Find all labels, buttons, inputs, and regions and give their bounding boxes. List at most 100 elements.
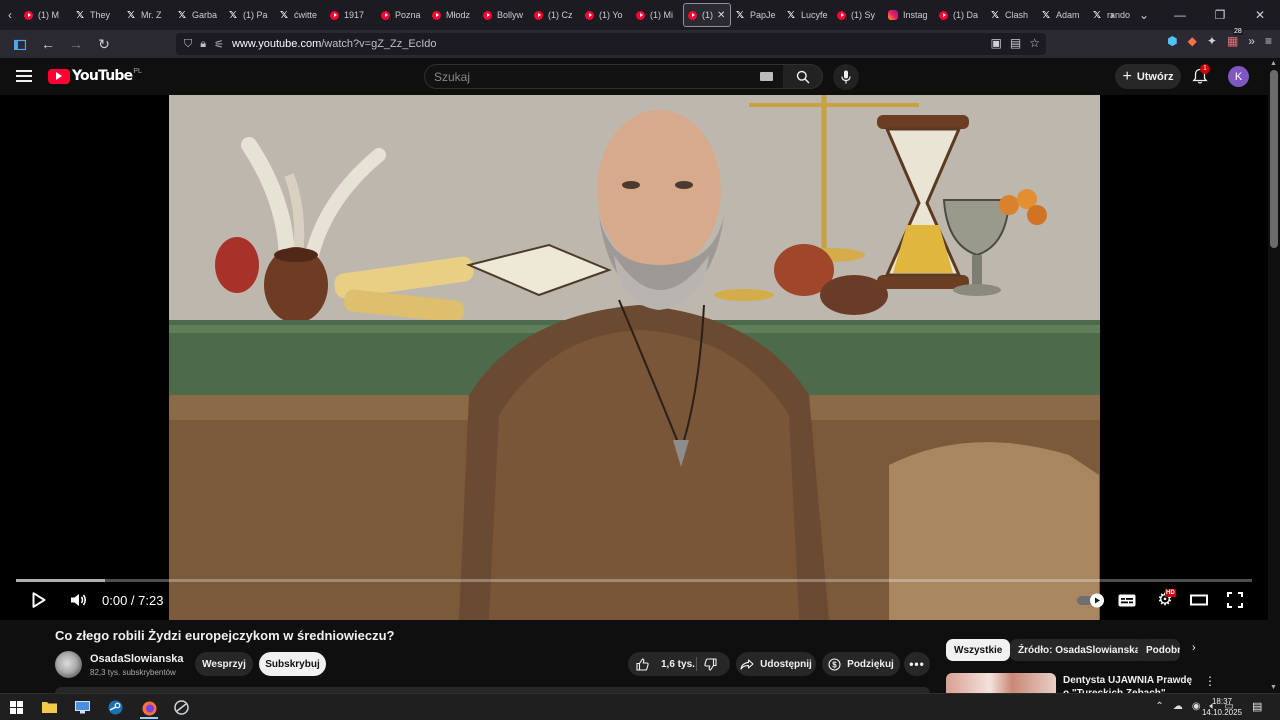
volume-button[interactable] <box>68 589 90 611</box>
browser-tab[interactable]: (1) M <box>20 3 71 27</box>
close-tab-icon[interactable]: ✕ <box>717 10 725 21</box>
browser-tab[interactable]: (1) Da <box>935 3 986 27</box>
video-frame-image[interactable] <box>169 95 1100 620</box>
play-button[interactable] <box>28 589 50 611</box>
app-menu-icon[interactable]: ≡ <box>1265 34 1272 48</box>
tab-label: PapJe <box>750 10 776 20</box>
reload-button[interactable]: ↻ <box>92 32 116 56</box>
account-avatar[interactable]: K <box>1228 66 1249 87</box>
settings-button[interactable]: ⚙ HD <box>1152 589 1178 611</box>
bookmark-star-icon[interactable]: ☆ <box>1029 36 1040 50</box>
x-logo-icon: 𝕏 <box>990 9 1000 21</box>
theater-mode-button[interactable] <box>1188 589 1210 611</box>
chip-from-channel[interactable]: Źródło: OsadaSlowianska <box>1010 639 1149 661</box>
list-all-tabs-button[interactable]: ⌄ <box>1128 8 1160 22</box>
fox-extension-icon[interactable]: ◆ <box>1188 34 1197 48</box>
windows-taskbar: ⌃ ☁ ◉ 🔈︎ ▭ 18:37 14.10.2025 ▤ <box>0 693 1280 720</box>
create-button[interactable]: + Utwórz <box>1115 64 1181 89</box>
fullscreen-button[interactable] <box>1224 589 1246 611</box>
youtube-logo[interactable]: YouTube PL <box>48 68 142 84</box>
windows-start-icon[interactable] <box>8 699 24 715</box>
chip-all[interactable]: Wszystkie <box>946 639 1011 661</box>
thanks-button[interactable]: $ Podziękuj <box>822 652 900 676</box>
browser-tab[interactable]: (1) Sy <box>833 3 884 27</box>
chip-related[interactable]: Podobne <box>1138 639 1180 661</box>
notifications-button[interactable]: 1 <box>1192 64 1210 86</box>
browser-tab[interactable]: Instag <box>884 3 935 27</box>
scroll-down-arrow-icon[interactable]: ▼ <box>1270 684 1277 691</box>
back-button[interactable]: ← <box>36 32 60 56</box>
cloud-icon[interactable]: ☁ <box>1173 701 1183 712</box>
browser-tab[interactable]: 𝕏 Mr. Z <box>122 3 173 27</box>
monitor-app-icon[interactable] <box>74 699 90 715</box>
steam-icon[interactable] <box>107 699 123 715</box>
browser-tab[interactable]: 𝕏 Adam <box>1037 3 1088 27</box>
video-player[interactable]: 0:00 / 7:23 ⚙ HD <box>0 95 1268 620</box>
app-icon[interactable] <box>173 699 189 715</box>
file-explorer-icon[interactable] <box>41 699 57 715</box>
taskbar-clock[interactable]: 18:37 14.10.2025 <box>1200 696 1244 718</box>
recommendation-menu-icon[interactable]: ⋮ <box>1204 674 1216 688</box>
more-actions-button[interactable]: ••• <box>904 652 930 676</box>
youtube-favicon-icon <box>381 10 390 20</box>
like-button[interactable]: 1,6 tys. <box>636 657 695 671</box>
share-button[interactable]: Udostępnij <box>736 652 816 676</box>
browser-tab[interactable]: 𝕏 PapJe <box>731 3 782 27</box>
url-bar[interactable]: ⛉ 🔒︎ ⚟ www.youtube.com/watch?v=gZ_Zz_EcI… <box>176 33 1046 55</box>
lock-icon[interactable]: 🔒︎ <box>200 38 206 51</box>
browser-tab[interactable]: 𝕏 (1) Pa <box>224 3 275 27</box>
browser-tab[interactable]: Bollyw <box>479 3 530 27</box>
extensions-puzzle-icon[interactable]: ✦ <box>1207 34 1217 48</box>
forward-button[interactable]: → <box>64 32 88 56</box>
scroll-up-arrow-icon[interactable]: ▲ <box>1270 60 1277 67</box>
browser-tab[interactable]: (1) Yo <box>581 3 632 27</box>
autoplay-toggle[interactable] <box>1076 589 1106 611</box>
channel-avatar[interactable] <box>55 651 82 678</box>
notification-center-icon[interactable]: ▤ <box>1252 700 1262 713</box>
browser-tab[interactable]: 𝕏 Clash <box>986 3 1037 27</box>
browser-tab[interactable]: 𝕏 They <box>71 3 122 27</box>
player-controls: 0:00 / 7:23 ⚙ HD <box>0 585 1268 615</box>
dislike-button[interactable] <box>704 658 717 674</box>
tab-scroll-right-button[interactable]: › <box>1096 8 1128 22</box>
browser-tab[interactable]: Młodz <box>428 3 479 27</box>
guide-menu-icon[interactable] <box>16 70 32 82</box>
voice-search-button[interactable] <box>833 64 859 90</box>
progress-bar[interactable] <box>16 579 1252 582</box>
subscribe-button[interactable]: Subskrybuj <box>259 652 326 676</box>
browser-tab[interactable]: 𝕏ćwitte <box>275 3 326 27</box>
browser-tab[interactable]: (1) Cz <box>530 3 581 27</box>
join-button[interactable]: Wesprzyj <box>195 652 253 676</box>
browser-tab[interactable]: 𝕏 Lucyfe <box>782 3 833 27</box>
search-input[interactable]: Szukaj <box>424 64 784 89</box>
minimize-button[interactable]: — <box>1160 8 1200 22</box>
extension-badge-icon[interactable]: ▦ 28 <box>1227 28 1243 48</box>
tab-scroll-left-button[interactable]: ‹ <box>0 0 20 30</box>
channel-name[interactable]: OsadaSlowianska <box>90 653 184 665</box>
overflow-menu-icon[interactable]: » <box>1248 34 1255 48</box>
recommendation-title[interactable]: Dentysta UJAWNIA Prawdę o "Tureckich Zęb… <box>1063 674 1193 693</box>
browser-tab[interactable]: (1) ✕ <box>683 3 731 27</box>
browser-tab[interactable]: 1917 <box>326 3 377 27</box>
keyboard-icon[interactable] <box>760 72 773 81</box>
browser-tab[interactable]: Pozna <box>377 3 428 27</box>
shield-icon[interactable]: ⛉ <box>184 38 192 51</box>
sidebar-toggle-icon[interactable] <box>8 32 32 56</box>
subtitles-button[interactable] <box>1116 589 1138 611</box>
tray-chevron-icon[interactable]: ⌃ <box>1155 701 1163 712</box>
reader-view-icon[interactable]: ▤ <box>1010 36 1021 50</box>
permissions-icon[interactable]: ⚟ <box>214 38 224 51</box>
close-window-button[interactable]: ✕ <box>1240 8 1280 22</box>
picture-in-picture-icon[interactable]: ▣ <box>991 36 1002 50</box>
recommendation-thumbnail[interactable] <box>946 673 1056 693</box>
firefox-icon[interactable] <box>140 699 158 719</box>
browser-tab[interactable]: (1) Mi <box>632 3 683 27</box>
maximize-button[interactable]: ❐ <box>1200 8 1240 22</box>
ublock-extension-icon[interactable]: ⬢ <box>1167 34 1177 48</box>
search-button[interactable] <box>783 64 823 89</box>
chips-next-arrow-icon[interactable]: › <box>1192 642 1196 654</box>
page-scrollbar[interactable]: ▲ ▼ <box>1268 58 1280 693</box>
browser-tab[interactable]: 𝕏 Garba <box>173 3 224 27</box>
tab-label: Instag <box>903 10 928 20</box>
scrollbar-thumb[interactable] <box>1270 70 1278 248</box>
